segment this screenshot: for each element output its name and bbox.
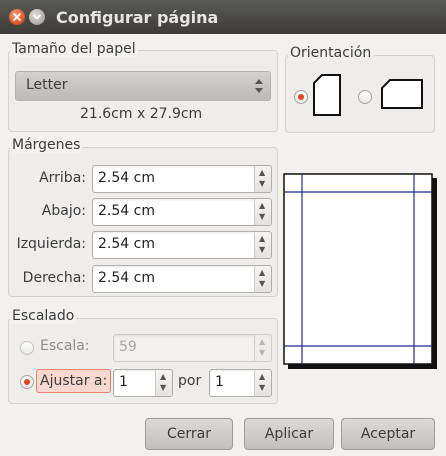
decrement-icon[interactable]: ▼ [259, 180, 265, 188]
fit-width-field[interactable]: 1 ▲ ▼ [113, 369, 173, 397]
increment-icon[interactable]: ▲ [160, 373, 166, 381]
close-icon [13, 13, 21, 21]
portrait-radio[interactable] [294, 90, 308, 104]
bottom-margin-value: 2.54 cm [98, 203, 155, 219]
close-button[interactable]: Cerrar [145, 418, 233, 450]
apply-button[interactable]: Aplicar [244, 418, 334, 450]
paper-size-combo[interactable]: Letter [15, 71, 271, 101]
increment-icon[interactable]: ▲ [259, 235, 265, 243]
portrait-page-icon[interactable] [313, 74, 341, 116]
up-down-arrows-icon [255, 79, 263, 93]
left-margin-stepper[interactable]: ▲ ▼ [254, 232, 271, 258]
bottom-margin-field[interactable]: 2.54 cm ▲ ▼ [92, 198, 272, 226]
right-margin-label: Derecha: [22, 270, 86, 286]
scale-radio[interactable] [20, 341, 34, 355]
fit-height-value: 1 [215, 374, 224, 390]
margins-label: Márgenes [10, 137, 83, 153]
title-bar: Configurar página [0, 0, 446, 34]
right-margin-stepper[interactable]: ▲ ▼ [254, 266, 271, 292]
decrement-icon[interactable]: ▼ [259, 280, 265, 288]
page-preview [283, 173, 437, 369]
decrement-icon[interactable]: ▼ [259, 213, 265, 221]
window-title: Configurar página [56, 8, 219, 27]
right-margin-field[interactable]: 2.54 cm ▲ ▼ [92, 265, 272, 293]
accept-button[interactable]: Aceptar [341, 418, 435, 450]
decrement-icon[interactable]: ▼ [160, 384, 166, 392]
scale-value: 59 [119, 339, 137, 355]
right-margin-value: 2.54 cm [98, 270, 155, 286]
landscape-radio[interactable] [358, 90, 372, 104]
landscape-page-icon[interactable] [381, 79, 423, 109]
increment-icon[interactable]: ▲ [259, 269, 265, 277]
paper-size-label: Tamaño del papel [10, 41, 138, 57]
increment-icon[interactable]: ▲ [259, 373, 265, 381]
close-window-button[interactable] [9, 9, 25, 25]
por-label: por [178, 373, 202, 389]
bottom-margin-stepper[interactable]: ▲ ▼ [254, 199, 271, 225]
decrement-icon[interactable]: ▼ [259, 349, 265, 357]
fit-height-stepper[interactable]: ▲ ▼ [254, 370, 271, 396]
scale-stepper[interactable]: ▲ ▼ [254, 335, 271, 361]
left-margin-label: Izquierda: [16, 236, 86, 252]
scale-label: Escala: [40, 338, 90, 354]
top-margin-field[interactable]: 2.54 cm ▲ ▼ [92, 165, 272, 193]
orientation-label: Orientación [288, 45, 374, 61]
paper-size-value: Letter [26, 77, 68, 93]
top-margin-stepper[interactable]: ▲ ▼ [254, 166, 271, 192]
top-margin-label: Arriba: [39, 170, 86, 186]
increment-icon[interactable]: ▲ [259, 169, 265, 177]
paper-dimensions: 21.6cm x 27.9cm [80, 106, 203, 122]
minimize-window-button[interactable] [29, 9, 45, 25]
fit-width-stepper[interactable]: ▲ ▼ [155, 370, 172, 396]
top-margin-value: 2.54 cm [98, 170, 155, 186]
decrement-icon[interactable]: ▼ [259, 246, 265, 254]
left-margin-field[interactable]: 2.54 cm ▲ ▼ [92, 231, 272, 259]
chevron-down-icon [33, 14, 41, 20]
bottom-margin-label: Abajo: [41, 203, 86, 219]
fit-radio[interactable] [20, 375, 34, 389]
fit-label: Ajustar a: [36, 369, 112, 393]
fit-height-field[interactable]: 1 ▲ ▼ [209, 369, 272, 397]
increment-icon[interactable]: ▲ [259, 202, 265, 210]
scale-field[interactable]: 59 ▲ ▼ [113, 334, 272, 362]
increment-icon[interactable]: ▲ [259, 338, 265, 346]
fit-width-value: 1 [119, 374, 128, 390]
scaling-label: Escalado [10, 308, 77, 324]
decrement-icon[interactable]: ▼ [259, 384, 265, 392]
left-margin-value: 2.54 cm [98, 236, 155, 252]
